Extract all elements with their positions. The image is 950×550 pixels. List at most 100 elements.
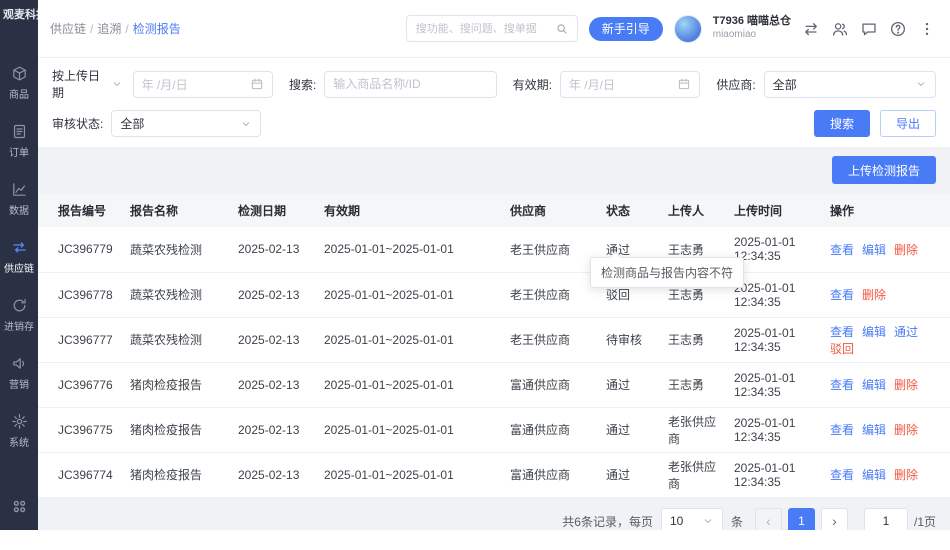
sidebar-item-marketing[interactable]: 营销 [0, 344, 38, 402]
table-row: JC396774猪肉检疫报告2025-02-132025-01-01~2025-… [38, 452, 950, 497]
switch-store-icon[interactable] [802, 20, 820, 38]
product-search-input[interactable] [333, 77, 487, 91]
calendar-icon [250, 77, 264, 91]
supplier-label: 供应商: [716, 76, 755, 93]
action-edit[interactable]: 编辑 [862, 468, 886, 482]
audit-status-select[interactable]: 全部 [111, 110, 261, 137]
table-header-row: 报告编号报告名称检测日期有效期供应商状态上传人上传时间操作 [38, 193, 950, 227]
help-icon[interactable] [889, 20, 907, 38]
action-view[interactable]: 查看 [830, 243, 854, 257]
action-delete[interactable]: 删除 [862, 288, 886, 302]
report-table: 报告编号报告名称检测日期有效期供应商状态上传人上传时间操作 JC396779蔬菜… [38, 193, 950, 498]
action-view[interactable]: 查看 [830, 288, 854, 302]
table-cell: 2025-01-01~2025-01-01 [318, 272, 504, 317]
prev-page-button[interactable]: ‹ [755, 508, 782, 531]
page-jump-input[interactable] [864, 508, 908, 531]
table-cell: 2025-02-13 [232, 407, 318, 452]
calendar-icon [677, 77, 691, 91]
column-header: 检测日期 [232, 193, 318, 227]
action-edit[interactable]: 编辑 [862, 378, 886, 392]
breadcrumb-item[interactable]: 检测报告 [133, 22, 181, 36]
sidebar-item-inventory[interactable]: 进销存 [0, 286, 38, 344]
next-page-button[interactable]: › [821, 508, 848, 531]
message-icon[interactable] [860, 20, 878, 38]
action-view[interactable]: 查看 [830, 423, 854, 437]
page-jump: /1页 [864, 508, 936, 531]
table-cell: 2025-01-01~2025-01-01 [318, 407, 504, 452]
action-view[interactable]: 查看 [830, 378, 854, 392]
action-view[interactable]: 查看 [830, 325, 854, 339]
apps-launcher[interactable] [10, 497, 29, 516]
table-cell: JC396779 [38, 227, 124, 272]
sidebar-nav: 商品订单数据供应链进销存营销系统 [0, 30, 38, 460]
table-cell: 老张供应商 [662, 407, 728, 452]
table-cell: 2025-01-01~2025-01-01 [318, 317, 504, 362]
search-button[interactable]: 搜索 [814, 110, 870, 137]
topbar-right: 新手引导 T7936 喵喵总仓 miaomiao [406, 15, 936, 43]
chevron-down-icon [240, 118, 252, 130]
filter-actions: 搜索 导出 [814, 110, 936, 137]
more-icon[interactable] [918, 20, 936, 38]
table-cell: 2025-02-13 [232, 362, 318, 407]
guide-button[interactable]: 新手引导 [589, 17, 663, 41]
search-icon[interactable] [555, 22, 569, 36]
table-cell: 王志勇 [662, 362, 728, 407]
product-search-box[interactable] [324, 71, 496, 98]
breadcrumb-separator: / [125, 22, 128, 36]
supplier-select[interactable]: 全部 [764, 71, 936, 98]
user-info[interactable]: T7936 喵喵总仓 miaomiao [713, 15, 791, 41]
sidebar-item-orders[interactable]: 订单 [0, 112, 38, 170]
validity-date-input[interactable]: 年 /月/日 [560, 71, 700, 98]
current-page-button[interactable]: 1 [788, 508, 815, 531]
breadcrumb-item[interactable]: 追溯 [97, 22, 121, 36]
action-edit[interactable]: 编辑 [862, 243, 886, 257]
sidebar-item-label: 系统 [9, 434, 29, 449]
avatar[interactable] [674, 15, 702, 43]
sidebar-item-system[interactable]: 系统 [0, 402, 38, 460]
table-cell: 2025-02-13 [232, 272, 318, 317]
table-cell: 2025-01-01~2025-01-01 [318, 362, 504, 407]
community-icon[interactable] [831, 20, 849, 38]
table-row: JC396778蔬菜农残检测2025-02-132025-01-01~2025-… [38, 272, 950, 317]
sidebar-item-label: 数据 [9, 202, 29, 217]
breadcrumb-item[interactable]: 供应链 [50, 22, 86, 36]
action-approve[interactable]: 通过 [894, 325, 918, 339]
table-row: JC396775猪肉检疫报告2025-02-132025-01-01~2025-… [38, 407, 950, 452]
date-type-select[interactable]: 按上传日期 [52, 67, 125, 101]
action-reject[interactable]: 驳回 [830, 342, 854, 356]
table-cell: 通过 [600, 407, 662, 452]
actions-cell: 查看编辑删除 [824, 452, 950, 497]
chevron-down-icon [111, 78, 123, 90]
sidebar-item-goods[interactable]: 商品 [0, 54, 38, 112]
action-delete[interactable]: 删除 [894, 468, 918, 482]
table-cell: JC396776 [38, 362, 124, 407]
page-size-select[interactable]: 10 [661, 508, 723, 531]
action-edit[interactable]: 编辑 [862, 325, 886, 339]
page-size-unit: 条 [731, 513, 743, 530]
topbar: 供应链/追溯/检测报告 新手引导 T7936 喵喵总仓 miaomiao [38, 0, 950, 58]
sidebar-item-data[interactable]: 数据 [0, 170, 38, 228]
sidebar-item-supply-chain[interactable]: 供应链 [0, 228, 38, 286]
upload-date-input[interactable]: 年 /月/日 [133, 71, 273, 98]
global-search[interactable] [406, 15, 578, 42]
action-delete[interactable]: 删除 [894, 378, 918, 392]
table-cell: 富通供应商 [504, 407, 600, 452]
app-root: 观麦科技 商品订单数据供应链进销存营销系统 供应链/追溯/检测报告 新手引导 T… [0, 0, 950, 530]
table-cell: 猪肉检疫报告 [124, 362, 232, 407]
export-button[interactable]: 导出 [880, 110, 936, 137]
table-cell: 蔬菜农残检测 [124, 317, 232, 362]
action-edit[interactable]: 编辑 [862, 423, 886, 437]
column-header: 操作 [824, 193, 950, 227]
action-delete[interactable]: 删除 [894, 423, 918, 437]
table-cell: JC396778 [38, 272, 124, 317]
table-cell: 2025-01-01 12:34:35 [728, 362, 824, 407]
table-cell: 2025-02-13 [232, 317, 318, 362]
app-logo: 观麦科技 [0, 0, 38, 30]
table-cell: 老王供应商 [504, 317, 600, 362]
table-cell: 猪肉检疫报告 [124, 407, 232, 452]
upload-report-button[interactable]: 上传检测报告 [832, 156, 936, 184]
action-view[interactable]: 查看 [830, 468, 854, 482]
global-search-input[interactable] [416, 23, 549, 35]
action-delete[interactable]: 删除 [894, 243, 918, 257]
table-cell: JC396774 [38, 452, 124, 497]
